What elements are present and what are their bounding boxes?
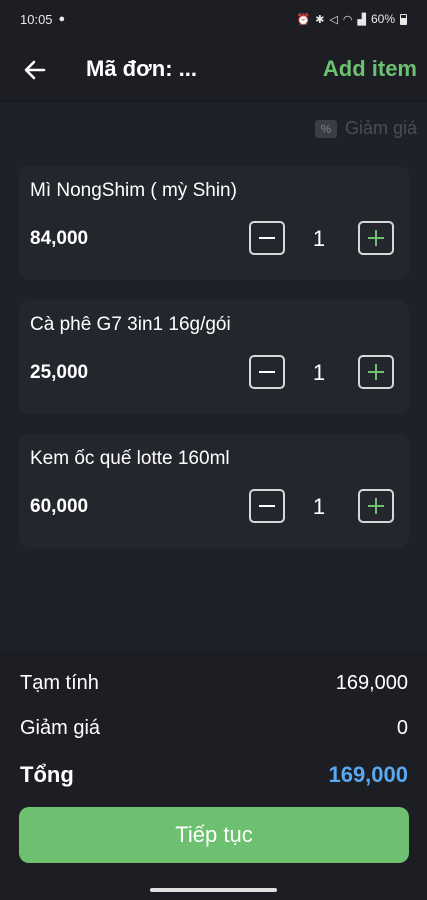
status-left: 10:05 ● (20, 12, 65, 27)
discount-label: Giảm giá (20, 717, 101, 739)
item-quantity: 1 (312, 360, 326, 385)
subtotal-label: Tạm tính (20, 672, 99, 694)
bluetooth-icon: ✱ (315, 13, 325, 26)
battery-percent: 60% (370, 12, 395, 26)
discount-value: 0 (396, 717, 408, 739)
increase-quantity-button[interactable] (358, 355, 394, 389)
alarm-icon: ⏰ (296, 13, 311, 26)
signal-icon: ▟ (357, 13, 366, 26)
status-right: ⏰ ✱ ◁ ◠ ▟ 60% (296, 12, 407, 26)
app-header: Mã đơn: ... Add item (0, 38, 427, 102)
back-arrow-icon (24, 60, 46, 80)
item-name: Mì NongShim ( mỳ Shin) (30, 180, 237, 201)
item-price: 60,000 (30, 496, 89, 517)
status-time: 10:05 (20, 11, 53, 27)
order-item-card: Kem ốc quế lotte 160ml 60,000 1 (19, 434, 409, 548)
battery-icon (400, 13, 407, 25)
add-item-button[interactable]: Add item (323, 56, 417, 82)
decrease-quantity-button[interactable] (249, 489, 285, 523)
discount-icon: % (314, 119, 337, 138)
wifi-icon: ◠ (342, 13, 353, 26)
item-name: Cà phê G7 3in1 16g/gói (30, 314, 231, 335)
minus-icon (259, 505, 275, 507)
continue-button[interactable]: Tiếp tục (19, 807, 409, 863)
order-item-card: Cà phê G7 3in1 16g/gói 25,000 1 (19, 300, 409, 414)
discount-button[interactable]: % Giảm giá (314, 118, 417, 139)
total-label: Tổng (20, 762, 74, 787)
item-price: 84,000 (30, 228, 89, 249)
minus-icon (259, 371, 275, 373)
mute-icon: ◁ (329, 13, 338, 26)
item-quantity: 1 (312, 226, 326, 251)
back-button[interactable] (22, 58, 48, 82)
increase-quantity-button[interactable] (358, 221, 394, 255)
total-row: Tổng 169,000 (20, 762, 408, 788)
order-item-card: Mì NongShim ( mỳ Shin) 84,000 1 (19, 166, 409, 280)
notification-icon: ● (58, 13, 66, 25)
status-bar: 10:05 ● ⏰ ✱ ◁ ◠ ▟ 60% (0, 0, 427, 38)
item-name: Kem ốc quế lotte 160ml (30, 448, 230, 469)
order-summary: Tạm tính 169,000 Giảm giá 0 Tổng 169,000… (0, 650, 427, 900)
decrease-quantity-button[interactable] (249, 355, 285, 389)
discount-row: Giảm giá 0 (20, 717, 408, 740)
decrease-quantity-button[interactable] (249, 221, 285, 255)
item-price: 25,000 (30, 362, 89, 383)
increase-quantity-button[interactable] (358, 489, 394, 523)
discount-button-label: Giảm giá (344, 118, 417, 138)
minus-icon (259, 237, 275, 239)
order-items-area: % Giảm giá Mì NongShim ( mỳ Shin) 84,000… (0, 102, 427, 650)
home-indicator[interactable] (150, 888, 277, 892)
item-quantity: 1 (312, 494, 326, 519)
total-value: 169,000 (328, 762, 408, 787)
subtotal-value: 169,000 (335, 672, 408, 694)
subtotal-row: Tạm tính 169,000 (20, 672, 408, 695)
page-title: Mã đơn: ... (86, 56, 197, 81)
